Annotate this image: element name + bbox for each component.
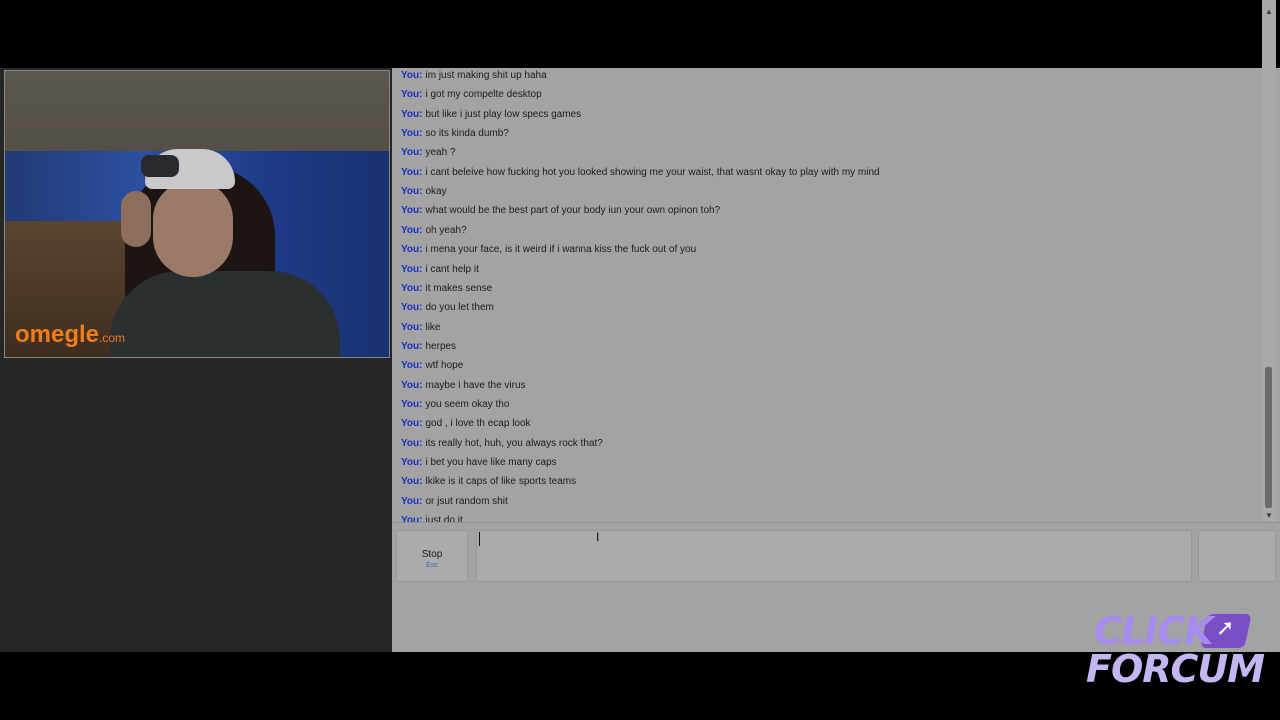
- chat-message-text: i mena your face, is it weird if i wanna…: [425, 244, 697, 256]
- chat-message-text: im just making shit up haha: [425, 70, 547, 81]
- omegle-logo: omegle.com: [15, 321, 125, 349]
- chat-message-text: it makes sense: [425, 282, 493, 294]
- chat-message-sender: You:: [401, 263, 423, 275]
- chat-message-sender: You:: [401, 128, 423, 140]
- scrollbar-thumb[interactable]: [1265, 367, 1272, 508]
- chat-message: You: it makes sense: [401, 280, 492, 298]
- omegle-logo-main: omegle: [15, 321, 100, 348]
- chat-message-sender: You:: [401, 70, 423, 81]
- chat-message-sender: You:: [401, 89, 423, 101]
- video-person-face: [153, 181, 233, 277]
- chat-message-text: so its kinda dumb?: [425, 128, 509, 140]
- chat-message-sender: You:: [401, 186, 423, 198]
- chat-message: You: lkike is it caps of like sports team…: [401, 473, 576, 491]
- chat-message-text: yeah ?: [425, 147, 456, 159]
- text-caret: [479, 532, 480, 546]
- chat-message-sender: You:: [401, 418, 423, 430]
- chat-message: You: okay: [401, 183, 447, 201]
- chat-message-sender: You:: [401, 205, 423, 217]
- chat-message-text: i cant help it: [425, 263, 479, 275]
- chat-message-text: its really hot, huh, you always rock tha…: [425, 437, 603, 449]
- chat-message-sender: You:: [401, 302, 423, 314]
- stop-button[interactable]: Stop Esc: [396, 530, 468, 582]
- chat-message: You: wtf hope: [401, 357, 463, 375]
- chat-message-text: okay: [425, 186, 447, 198]
- chat-message: You: so its kinda dumb?: [401, 125, 509, 143]
- chat-message: You: i mena your face, is it weird if i w…: [401, 241, 696, 259]
- chat-message-text: maybe i have the virus: [425, 379, 526, 391]
- chat-message-text: oh yeah?: [425, 224, 467, 236]
- watermark-line2: FORCUM: [1086, 647, 1265, 691]
- chat-message: You: im just making shit up haha: [401, 68, 547, 85]
- watermark-cursor-icon: ➚: [1216, 616, 1235, 641]
- chat-message-text: like: [425, 321, 441, 333]
- watermark-logo: ➚ CLICK FORCUM: [1086, 609, 1265, 696]
- chat-message: You: or jsut random shit: [401, 493, 508, 511]
- chat-message-text: i cant beleive how fucking hot you looke…: [425, 166, 880, 178]
- chat-message-sender: You:: [401, 360, 423, 372]
- chat-message: You: yeah ?: [401, 144, 456, 162]
- chat-message-sender: You:: [401, 437, 423, 449]
- video-person-hand: [121, 191, 151, 247]
- chat-message: You: i cant help it: [401, 261, 479, 279]
- video-person-body: [110, 271, 340, 357]
- stranger-video: omegle.com: [4, 70, 390, 358]
- chat-message-sender: You:: [401, 244, 423, 256]
- chat-message: You: like: [401, 319, 441, 337]
- chat-message: You: maybe i have the virus: [401, 377, 526, 395]
- scroll-up-arrow-icon[interactable]: ▲: [1262, 6, 1276, 18]
- chat-message: You: oh yeah?: [401, 222, 467, 240]
- chat-message-text: wtf hope: [425, 360, 464, 372]
- chat-message-sender: You:: [401, 166, 423, 178]
- chat-message: You: i bet you have like many caps: [401, 454, 557, 472]
- chat-message: You: i got my compelte desktop: [401, 86, 542, 104]
- chat-message-text: i bet you have like many caps: [425, 457, 557, 468]
- message-input[interactable]: [476, 530, 1192, 582]
- chat-message: You: but like i just play low specs games: [401, 106, 581, 124]
- chat-message-sender: You:: [401, 224, 423, 236]
- chat-message-text: herpes: [425, 340, 457, 352]
- chat-message-sender: You:: [401, 108, 423, 120]
- chat-message-sender: You:: [401, 495, 423, 507]
- video-person-cap-brim: [141, 155, 179, 177]
- chat-message-sender: You:: [401, 282, 423, 294]
- chat-message-sender: You:: [401, 340, 423, 352]
- chat-message-text: or jsut random shit: [425, 495, 508, 507]
- stop-button-label: Stop: [421, 549, 443, 560]
- chat-message: You: god , i love th ecap look: [401, 415, 531, 433]
- chat-message: You: you seem okay tho: [401, 396, 509, 414]
- letterbox-top: [0, 0, 1280, 68]
- chat-message: You: do you let them: [401, 299, 494, 317]
- ibeam-cursor-icon: I: [596, 530, 600, 544]
- chat-message-sender: You:: [401, 379, 423, 391]
- watermark-line1: CLICK: [1094, 609, 1214, 653]
- chat-message: You: what would be the best part of your …: [401, 202, 720, 220]
- stop-button-shortcut: Esc: [426, 562, 438, 569]
- chat-message-text: you seem okay tho: [425, 398, 510, 410]
- chat-message-sender: You:: [401, 457, 423, 468]
- chat-message: You: i cant beleive how fucking hot you l…: [401, 164, 880, 182]
- scroll-down-arrow-icon[interactable]: ▼: [1262, 510, 1276, 522]
- omegle-logo-suffix: .com: [99, 331, 126, 345]
- chat-message-text: lkike is it caps of like sports teams: [425, 476, 577, 488]
- send-button[interactable]: [1198, 530, 1276, 582]
- chat-message-text: god , i love th ecap look: [425, 418, 531, 430]
- video-column: omegle.com: [0, 68, 392, 652]
- self-video: [0, 360, 392, 652]
- chat-message-text: what would be the best part of your body…: [425, 205, 721, 217]
- chat-message-text: but like i just play low specs games: [425, 108, 582, 120]
- chat-message: You: herpes: [401, 338, 456, 356]
- chat-message-sender: You:: [401, 398, 423, 410]
- chat-message-sender: You:: [401, 147, 423, 159]
- chat-message: You: its really hot, huh, you always rock…: [401, 435, 603, 453]
- chat-log[interactable]: You: im just making shit up haha You: i got…: [394, 68, 1262, 590]
- chat-message-sender: You:: [401, 321, 423, 333]
- chat-message-sender: You:: [401, 476, 423, 488]
- chat-message-text: i got my compelte desktop: [425, 89, 542, 101]
- chat-message-text: do you let them: [425, 302, 494, 314]
